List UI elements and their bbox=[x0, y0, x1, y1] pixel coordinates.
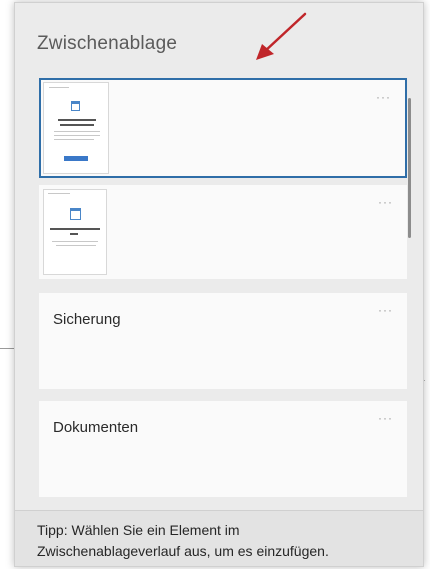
tip-footer: Tipp: Wählen Sie ein Element im Zwischen… bbox=[15, 510, 423, 566]
tip-text-line-1: Tipp: Wählen Sie ein Element im bbox=[37, 522, 240, 538]
clipboard-item-image-2[interactable]: ··· bbox=[39, 185, 407, 279]
clipboard-item-text-2[interactable]: Dokumenten ··· bbox=[39, 401, 407, 497]
clipboard-item-text: Sicherung bbox=[53, 311, 121, 328]
background-divider bbox=[0, 348, 14, 349]
image-thumbnail bbox=[43, 189, 107, 275]
clipboard-item-text: Dokumenten bbox=[53, 419, 139, 436]
more-options-button[interactable]: ··· bbox=[378, 411, 393, 425]
more-options-button[interactable]: ··· bbox=[376, 90, 391, 104]
clipboard-item-image-1[interactable]: ··· bbox=[39, 78, 407, 178]
annotation-arrow-icon bbox=[256, 12, 307, 60]
clipboard-panel: Zwischenablage ··· ··· Sicherung ··· Dok… bbox=[14, 2, 424, 567]
thumbnail-icon bbox=[70, 208, 81, 220]
scrollbar[interactable] bbox=[408, 98, 411, 238]
more-options-button[interactable]: ··· bbox=[378, 303, 393, 317]
clipboard-item-text-1[interactable]: Sicherung ··· bbox=[39, 293, 407, 389]
more-options-button[interactable]: ··· bbox=[378, 195, 393, 209]
panel-title: Zwischenablage bbox=[37, 33, 178, 54]
tip-text-line-2: Zwischenablageverlauf aus, um es einzufü… bbox=[37, 543, 329, 559]
image-thumbnail bbox=[43, 82, 109, 174]
thumbnail-icon bbox=[71, 101, 80, 111]
